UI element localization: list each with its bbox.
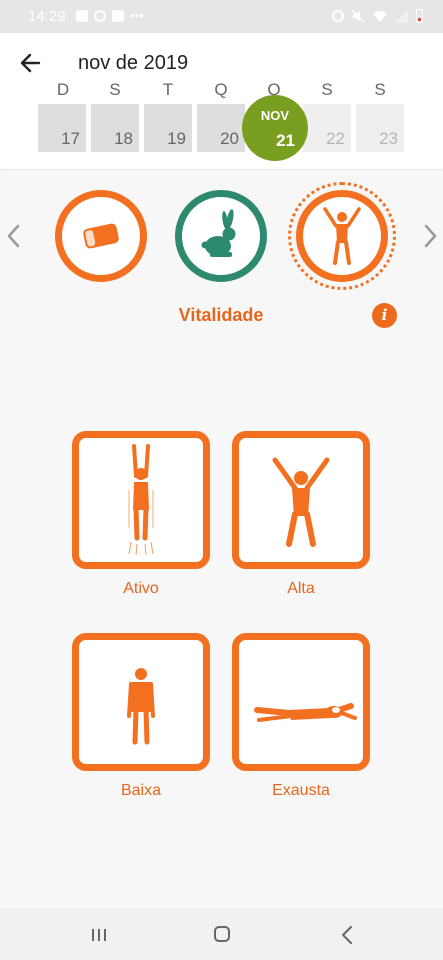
today-badge[interactable]: NOV 21 (242, 95, 308, 161)
day-number: 19 (167, 129, 186, 148)
wifi-icon (373, 10, 387, 22)
month-title: nov de 2019 (78, 52, 189, 74)
category-vitality[interactable] (296, 190, 388, 282)
day-number: 20 (220, 129, 239, 148)
person-arms-up-icon (323, 207, 361, 265)
alarm-icon (332, 10, 344, 22)
category-pill[interactable] (55, 190, 147, 282)
weekday-letter: S (321, 80, 333, 99)
option-baixa[interactable] (72, 633, 210, 771)
day-number: 18 (114, 129, 133, 148)
option-alta[interactable] (232, 431, 370, 569)
weekday-letter: D (56, 80, 70, 99)
option-label-alta: Alta (287, 580, 315, 597)
option-label-exausta: Exausta (272, 782, 330, 799)
info-icon[interactable]: i (372, 303, 397, 328)
battery-icon (416, 9, 423, 23)
back-arrow-icon[interactable] (18, 50, 44, 76)
sync-notification-icon (94, 10, 106, 22)
status-time: 14:29 (28, 8, 66, 25)
day-number: 23 (379, 129, 398, 148)
signal-icon (395, 9, 408, 23)
today-day: 21 (276, 131, 295, 150)
weekday-letter: T (162, 80, 174, 99)
day-cell-23: 23 (356, 104, 404, 152)
option-ativo[interactable] (72, 431, 210, 569)
more-notifications-icon: ••• (130, 8, 144, 23)
day-number: 17 (61, 129, 80, 148)
weekday-letter: S (374, 80, 386, 99)
day-cell-20[interactable]: 20 (197, 104, 245, 152)
option-exausta[interactable] (232, 633, 370, 771)
system-back-icon[interactable] (340, 925, 354, 945)
standing-person-icon (127, 668, 155, 745)
lying-person-icon (254, 703, 357, 722)
facebook-notification-icon (112, 10, 124, 22)
day-cell-17[interactable]: 17 (38, 104, 86, 152)
status-bar: 14:29 ••• (0, 0, 443, 33)
option-label-ativo: Ativo (123, 580, 159, 597)
chevron-right-icon[interactable] (420, 222, 440, 250)
home-icon[interactable] (214, 926, 230, 942)
day-cell-19[interactable]: 19 (144, 104, 192, 152)
category-title: Vitalidade (178, 305, 264, 325)
rabbit-icon (201, 209, 236, 257)
mute-icon (351, 9, 365, 23)
day-number: 22 (326, 129, 345, 148)
date-header: nov de 2019 D S T Q Q S S 17 18 19 20 22… (0, 33, 443, 169)
person-arms-raised-icon (272, 457, 330, 547)
day-cell-22: 22 (303, 104, 351, 152)
option-label-baixa: Baixa (120, 782, 162, 799)
system-icons (332, 9, 423, 23)
system-nav-bar (0, 908, 443, 960)
chevron-left-icon[interactable] (4, 222, 24, 250)
notification-icons: ••• (76, 8, 144, 23)
today-month: NOV (260, 108, 290, 123)
jumping-person-icon (128, 444, 154, 556)
day-cell-18[interactable]: 18 (91, 104, 139, 152)
category-rabbit[interactable] (175, 190, 267, 282)
gallery-notification-icon (76, 10, 88, 22)
weekday-letter: S (109, 80, 121, 99)
recent-apps-icon[interactable] (90, 928, 108, 942)
weekday-letter: Q (214, 80, 228, 99)
pill-icon (83, 223, 119, 249)
